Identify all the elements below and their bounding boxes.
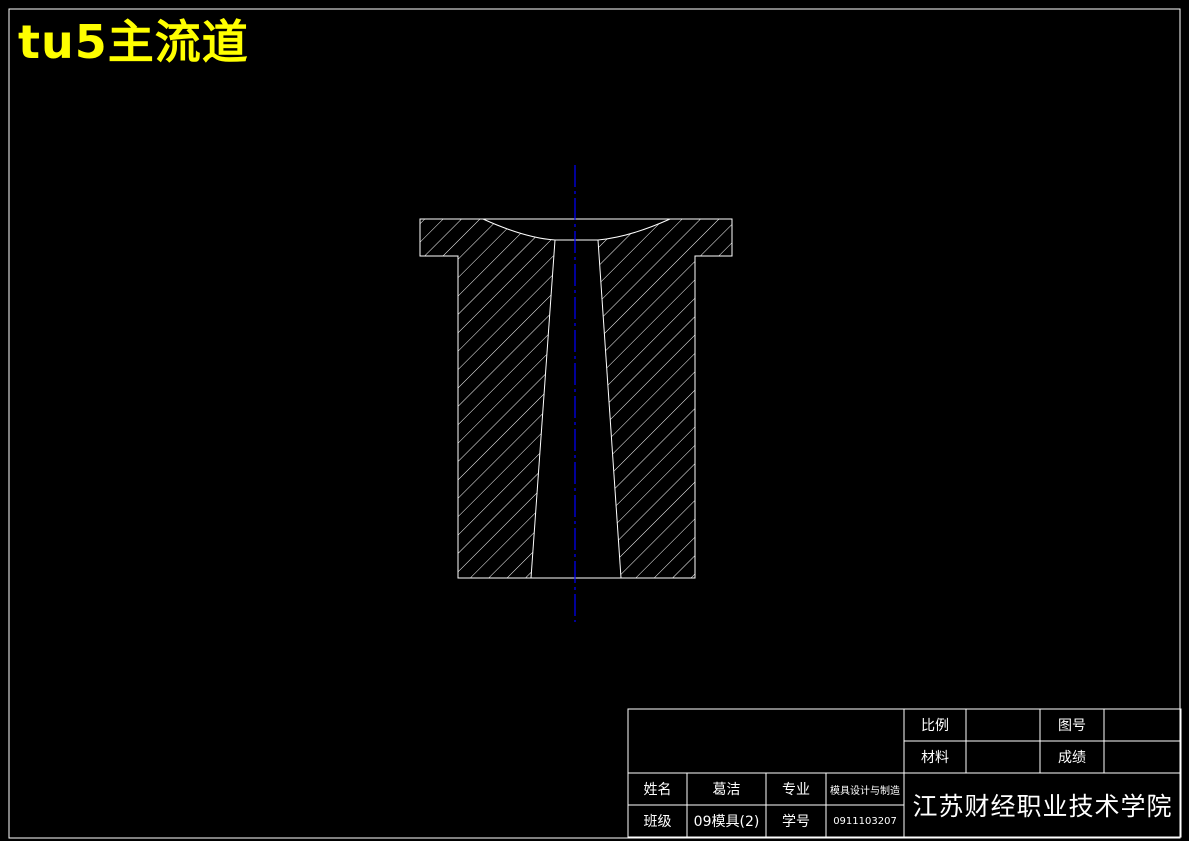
- material-value: [966, 741, 1040, 773]
- scale-value: [966, 709, 1040, 741]
- name-value: 葛洁: [712, 782, 741, 798]
- grade-label: 成绩: [1058, 750, 1086, 766]
- grade-value: [1104, 741, 1181, 773]
- drawing-no-value: [1104, 709, 1181, 741]
- scale-label: 比例: [921, 718, 949, 734]
- student-id-label: 学号: [782, 814, 810, 830]
- student-id-value: 0911103207: [833, 815, 897, 827]
- sprue-bushing-section: [419, 165, 733, 622]
- school-name: 江苏财经职业技术学院: [912, 792, 1173, 821]
- major-label: 专业: [782, 782, 810, 798]
- right-hatch-area: [598, 219, 732, 578]
- class-value: 09模具(2): [693, 814, 760, 830]
- drawing-no-label: 图号: [1058, 718, 1086, 734]
- drawing-title: tu5主流道: [18, 15, 249, 69]
- major-value: 模具设计与制造: [830, 785, 900, 797]
- material-label: 材料: [921, 750, 949, 766]
- class-label: 班级: [643, 814, 672, 830]
- left-hatch-area: [420, 219, 555, 578]
- name-label: 姓名: [643, 782, 672, 798]
